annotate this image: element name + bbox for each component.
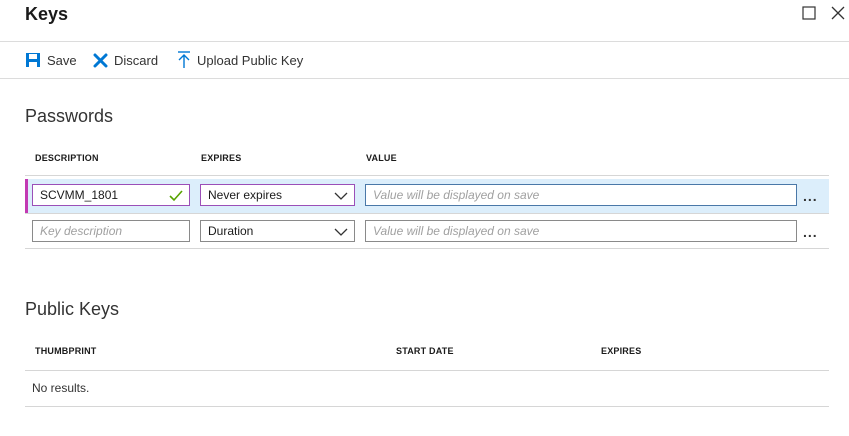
maximize-icon[interactable]	[800, 4, 818, 22]
more-options-button[interactable]: ...	[803, 188, 818, 204]
chevron-down-icon	[334, 228, 348, 236]
discard-icon	[93, 53, 108, 67]
discard-button[interactable]: Discard	[93, 50, 158, 70]
upload-public-key-button[interactable]: Upload Public Key	[177, 50, 303, 70]
col-expires: EXPIRES	[601, 346, 642, 356]
chevron-down-icon	[334, 192, 348, 200]
public-keys-header-divider	[25, 370, 829, 371]
save-label: Save	[47, 52, 77, 68]
expires-select[interactable]: Duration	[200, 220, 355, 242]
description-field[interactable]: SCVMM_1801	[32, 184, 190, 206]
description-placeholder: Key description	[40, 224, 123, 238]
upload-label: Upload Public Key	[197, 52, 304, 68]
public-keys-title: Public Keys	[25, 299, 120, 319]
col-thumbprint: THUMBPRINT	[35, 346, 97, 356]
row-divider	[25, 213, 829, 214]
toolbar-divider	[0, 78, 849, 79]
page-title: Keys	[25, 4, 69, 24]
passwords-header-divider	[25, 175, 829, 176]
col-description: DESCRIPTION	[35, 153, 99, 163]
discard-label: Discard	[114, 52, 159, 68]
save-icon	[26, 53, 40, 67]
col-start-date: START DATE	[396, 346, 454, 356]
upload-icon	[178, 51, 190, 68]
save-button[interactable]: Save	[25, 50, 77, 70]
col-value: VALUE	[366, 153, 397, 163]
close-icon[interactable]	[829, 4, 847, 22]
expires-value: Never expires	[208, 188, 283, 202]
expires-value: Duration	[208, 224, 254, 238]
checkmark-icon	[169, 190, 183, 202]
value-placeholder: Value will be displayed on save	[373, 188, 540, 202]
value-placeholder: Value will be displayed on save	[373, 224, 540, 238]
description-field[interactable]: Key description	[32, 220, 190, 242]
description-value: SCVMM_1801	[40, 188, 119, 202]
row-selection-marker	[25, 179, 28, 213]
passwords-title: Passwords	[25, 106, 114, 126]
row-divider	[25, 248, 829, 249]
header-divider	[0, 41, 849, 42]
value-field[interactable]: Value will be displayed on save	[365, 184, 797, 206]
col-expires: EXPIRES	[201, 153, 242, 163]
expires-select[interactable]: Never expires	[200, 184, 355, 206]
public-keys-bottom-divider	[25, 406, 829, 407]
empty-results-text: No results.	[32, 381, 90, 395]
value-field[interactable]: Value will be displayed on save	[365, 220, 797, 242]
more-options-button[interactable]: ...	[803, 224, 818, 240]
